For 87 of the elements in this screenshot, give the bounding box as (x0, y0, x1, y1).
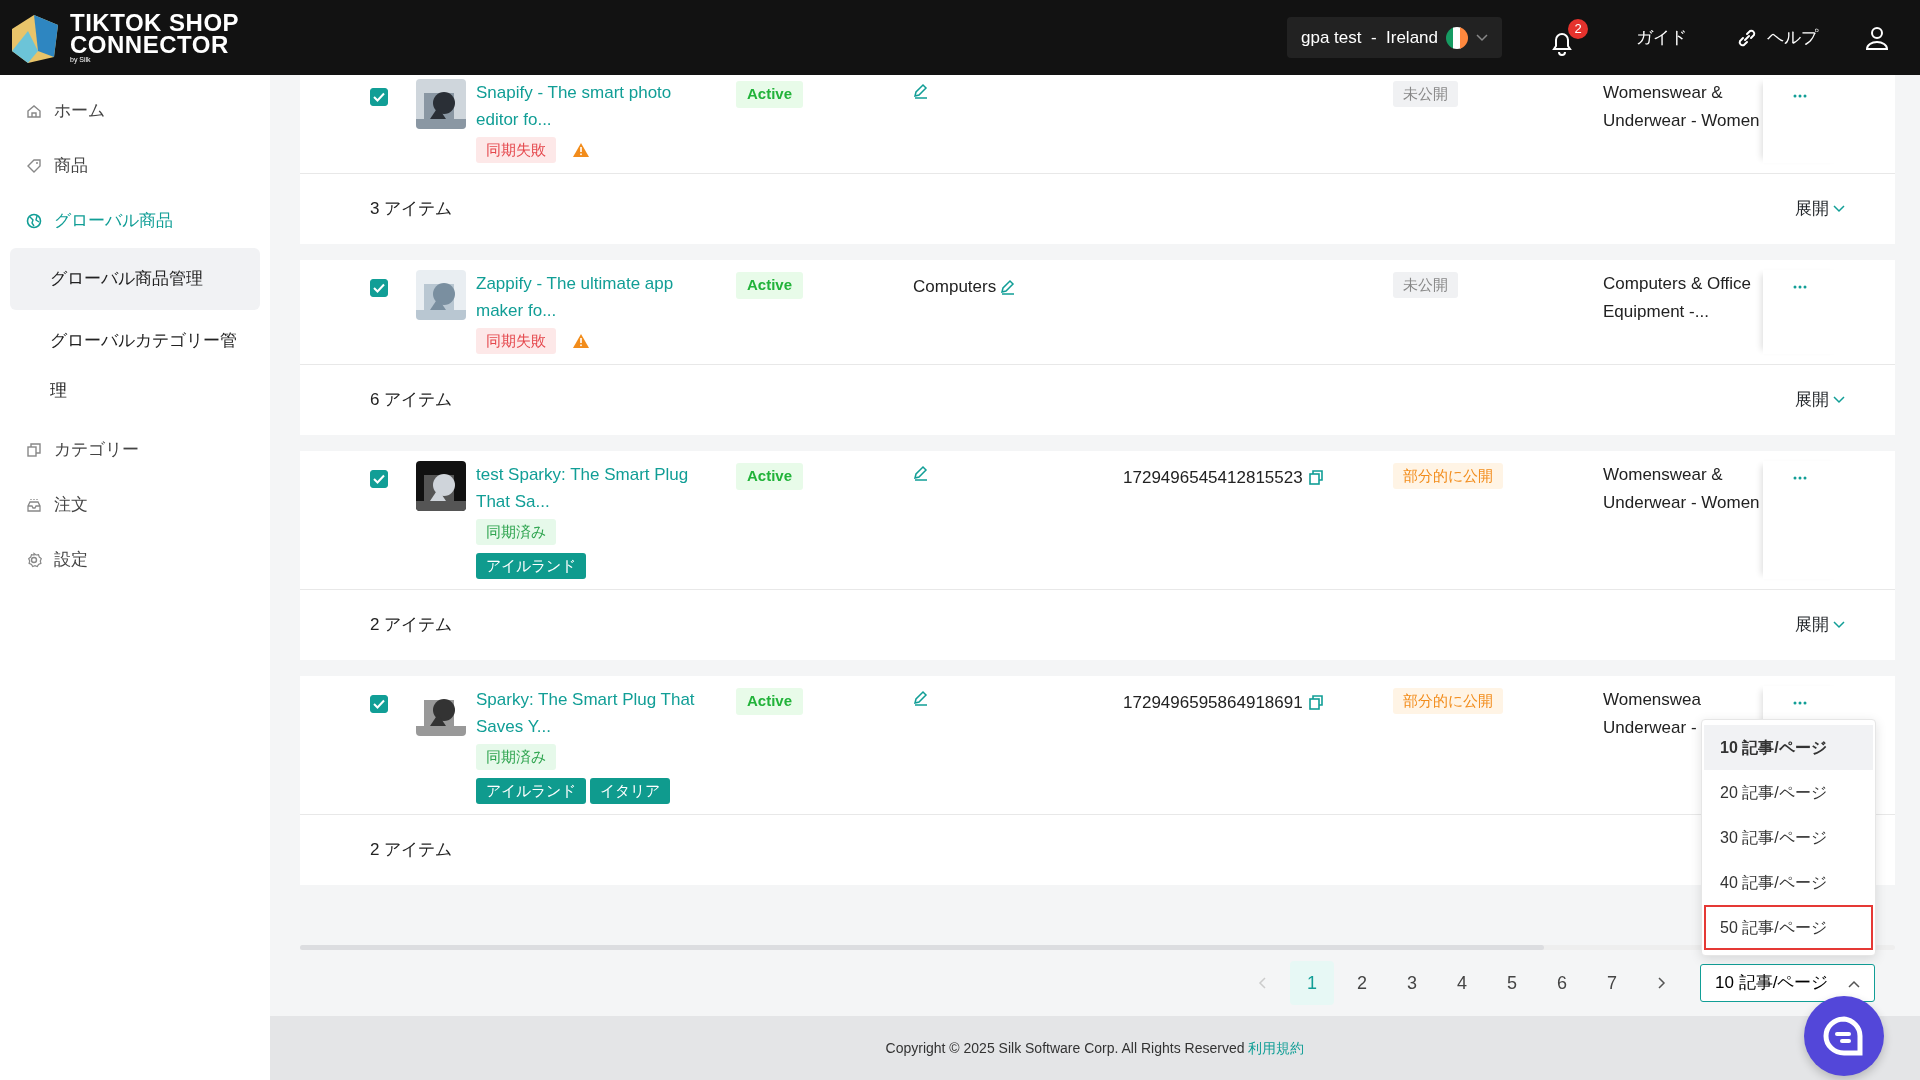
chat-icon (1822, 1016, 1866, 1056)
copy-icon (1308, 695, 1323, 711)
publish-status-tag: 部分的に公開 (1393, 463, 1504, 489)
sidebar-item[interactable]: 商品 (0, 138, 270, 193)
dropdown-option[interactable]: 50 記事/ページ (1704, 905, 1873, 950)
tray-icon (26, 496, 42, 513)
dropdown-option[interactable]: 20 記事/ページ (1704, 770, 1873, 815)
item-count: 6 アイテム (370, 389, 453, 412)
sidebar-item[interactable]: ホーム (0, 83, 270, 138)
category-path: Womenswea Underwear - (1603, 690, 1701, 737)
page-button[interactable]: 3 (1390, 961, 1434, 1005)
status-tag: Active (736, 272, 804, 299)
store-selector[interactable]: gpa test - Ireland (1286, 16, 1502, 59)
page-button[interactable]: 7 (1590, 961, 1634, 1005)
category-path: Womenswear & Underwear - Women (1603, 465, 1760, 512)
page-button[interactable]: 6 (1540, 961, 1584, 1005)
sync-status-tag: 同期失敗 (476, 137, 556, 163)
status-tag: Active (736, 463, 804, 490)
publish-status-tag: 部分的に公開 (1393, 688, 1504, 714)
help-link[interactable]: ヘルプ (1735, 24, 1818, 51)
page-size-select[interactable]: 10 記事/ページ (1700, 964, 1875, 1002)
page-button[interactable]: 4 (1440, 961, 1484, 1005)
checkbox[interactable] (370, 88, 388, 106)
store-name: gpa test - Ireland (1300, 26, 1438, 49)
publish-status-tag: 未公開 (1393, 81, 1459, 107)
product-id: 1729496545412815523 (1123, 467, 1303, 489)
item-count: 3 アイテム (370, 198, 453, 221)
copy-icon (1308, 470, 1323, 486)
flag-icon (1446, 26, 1468, 49)
sidebar-subitem[interactable]: グローバルカテゴリー管理 (10, 310, 260, 422)
expand-link[interactable]: 展開 (1795, 612, 1845, 638)
notification-badge: 2 (1568, 19, 1588, 40)
guide-link[interactable]: ガイド (1636, 24, 1687, 51)
expand-link[interactable]: 展開 (1795, 387, 1845, 413)
publish-status-tag: 未公開 (1393, 272, 1459, 298)
more-icon[interactable] (1793, 700, 1808, 705)
category-text: Computers (913, 276, 997, 298)
page-button[interactable]: 2 (1340, 961, 1384, 1005)
category-path: Womenswear & Underwear - Women (1603, 83, 1760, 130)
globe-icon (26, 212, 42, 229)
sync-status-tag: 同期失敗 (476, 328, 556, 354)
region-tag: イタリア (590, 778, 670, 804)
edit-icon[interactable] (1000, 278, 1017, 295)
more-icon[interactable] (1793, 93, 1808, 98)
item-count: 2 アイテム (370, 839, 453, 862)
logo-text: TIKTOK SHOP (70, 11, 240, 34)
checkbox[interactable] (370, 695, 388, 713)
edit-icon[interactable] (913, 465, 930, 481)
chevron-up-icon (1848, 979, 1860, 988)
copy-icon (26, 441, 42, 458)
page-button[interactable]: 5 (1490, 961, 1534, 1005)
status-tag: Active (736, 688, 804, 715)
chevron-down-icon (1476, 33, 1488, 42)
notification-bell[interactable]: 2 (1550, 19, 1588, 56)
chevron-down-icon (1833, 621, 1845, 629)
expand-link[interactable]: 展開 (1795, 196, 1845, 222)
sidebar-item[interactable]: 設定 (0, 532, 270, 587)
sidebar-item[interactable]: 注文 (0, 477, 270, 532)
more-icon[interactable] (1793, 284, 1808, 289)
sidebar-subitem[interactable]: グローバル商品管理 (10, 248, 260, 310)
dropdown-option[interactable]: 30 記事/ページ (1704, 815, 1873, 860)
gear-icon (26, 551, 42, 568)
region-tag: アイルランド (476, 778, 586, 804)
user-icon (1864, 24, 1890, 51)
chevron-down-icon (1833, 396, 1845, 404)
home-icon (26, 102, 42, 119)
sync-status-tag: 同期済み (476, 519, 556, 545)
sync-status-tag: 同期済み (476, 744, 556, 770)
chevron-right-icon (1658, 977, 1666, 989)
status-tag: Active (736, 81, 804, 108)
chevron-left-icon (1258, 977, 1266, 989)
sidebar-item[interactable]: カテゴリー (0, 422, 270, 477)
category-path: Computers & Office Equipment -... (1603, 274, 1752, 321)
product-id: 1729496595864918691 (1123, 692, 1303, 714)
edit-icon[interactable] (913, 83, 930, 99)
region-tag: アイルランド (476, 553, 586, 579)
item-count: 2 アイテム (370, 614, 453, 637)
dropdown-option[interactable]: 40 記事/ページ (1704, 860, 1873, 905)
checkbox[interactable] (370, 279, 388, 297)
more-icon[interactable] (1793, 475, 1808, 480)
checkbox[interactable] (370, 470, 388, 488)
logo-text: CONNECTOR (70, 33, 229, 56)
chevron-down-icon (1833, 205, 1845, 213)
edit-icon[interactable] (913, 690, 930, 706)
dropdown-option[interactable]: 10 記事/ページ (1704, 725, 1873, 770)
copyright-text: Copyright © 2025 Silk Software Corp. All Rights Reserved (885, 1038, 1245, 1058)
tag-icon (26, 157, 42, 174)
